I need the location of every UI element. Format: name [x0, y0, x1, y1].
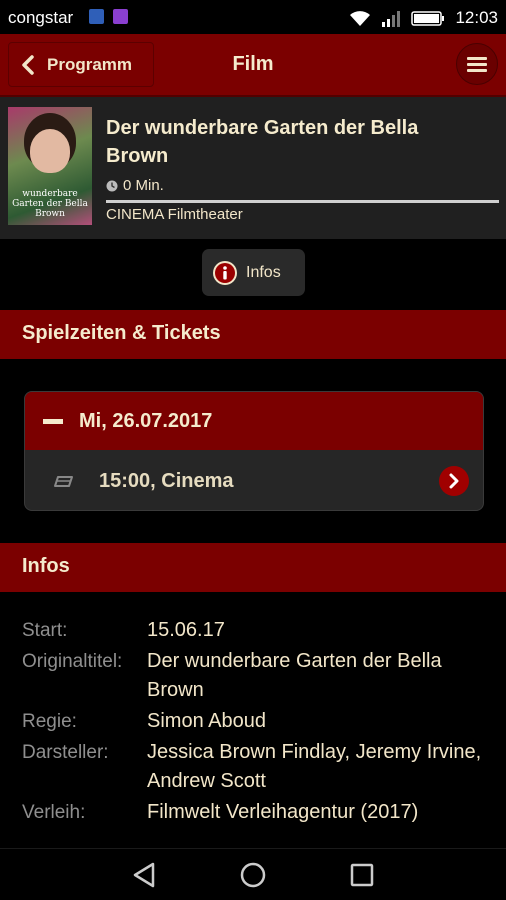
info-value: Filmwelt Verleihagentur (2017): [147, 801, 419, 823]
home-nav-icon[interactable]: [239, 861, 267, 889]
info-row-cast: Darsteller: Jessica Brown Findlay, Jerem…: [22, 738, 492, 796]
info-row-original-title: Originaltitel: Der wunderbare Garten der…: [22, 647, 492, 705]
infos-button[interactable]: Infos: [202, 249, 305, 296]
collapse-icon: [43, 418, 63, 424]
showtime-row[interactable]: 15:00, Cinema: [25, 450, 483, 510]
info-label: Regie:: [22, 711, 77, 732]
status-bar: congstar 12:03: [0, 0, 506, 34]
wifi-icon: [350, 10, 371, 26]
battery-icon: [411, 10, 445, 26]
back-nav-icon[interactable]: [131, 861, 157, 889]
day-date: Mi, 26.07.2017: [79, 409, 213, 432]
film-poster[interactable]: wunderbare Garten der Bella Brown: [8, 107, 92, 225]
info-label: Originaltitel:: [22, 651, 123, 672]
clock-icon: [106, 180, 118, 191]
info-label: Darsteller:: [22, 742, 109, 763]
info-label: Start:: [22, 620, 68, 641]
poster-text: wunderbare Garten der Bella Brown: [12, 189, 88, 219]
infos-section-header: Infos: [0, 543, 506, 592]
back-button-label: Programm: [47, 54, 133, 74]
cinema-name: CINEMA Filmtheater: [106, 206, 243, 223]
info-row-distributor: Verleih: Filmwelt Verleihagentur (2017): [22, 798, 492, 827]
app-bar: Programm Film: [0, 34, 506, 97]
info-icon: [213, 260, 237, 285]
infos-button-label: Infos: [246, 263, 281, 281]
film-title: Der wunderbare Garten der Bella Brown: [106, 117, 419, 167]
duration-text: 0 Min.: [123, 177, 164, 194]
chevron-left-icon: [22, 54, 34, 75]
showtime-day-card: Mi, 26.07.2017 15:00, Cinema: [24, 391, 484, 511]
signal-icon: [382, 10, 401, 27]
carrier-label: congstar: [8, 8, 74, 27]
info-label: Verleih:: [22, 802, 86, 823]
menu-button[interactable]: [456, 43, 498, 85]
showtimes-section-header: Spielzeiten & Tickets: [0, 310, 506, 359]
system-nav-bar: [0, 848, 506, 900]
app-notification-icon: [113, 9, 128, 24]
back-button[interactable]: Programm: [8, 42, 154, 87]
info-value: Jessica Brown Findlay, Jeremy Irvine, An…: [147, 741, 482, 792]
info-table: Start: 15.06.17 Originaltitel: Der wunde…: [22, 616, 492, 829]
hamburger-icon: [467, 57, 487, 72]
poster-face: [30, 129, 70, 173]
chevron-right-icon: [449, 473, 459, 489]
info-value: Simon Aboud: [147, 710, 266, 732]
status-right: 12:03: [349, 8, 498, 28]
notification-icon: [89, 9, 104, 24]
showtime-go-button[interactable]: [439, 466, 469, 496]
film-duration: 0 Min.: [106, 177, 164, 194]
day-header[interactable]: Mi, 26.07.2017: [25, 392, 483, 450]
info-row-start: Start: 15.06.17: [22, 616, 492, 645]
info-value: Der wunderbare Garten der Bella Brown: [147, 650, 442, 701]
ticket-icon: [54, 476, 73, 487]
film-progress-fill: [106, 200, 499, 203]
film-progress-bar: [106, 200, 499, 203]
recents-nav-icon[interactable]: [349, 862, 375, 888]
info-value: 15.06.17: [147, 619, 225, 641]
info-row-director: Regie: Simon Aboud: [22, 707, 492, 736]
showtime-label: 15:00, Cinema: [99, 469, 234, 492]
clock: 12:03: [455, 8, 498, 27]
